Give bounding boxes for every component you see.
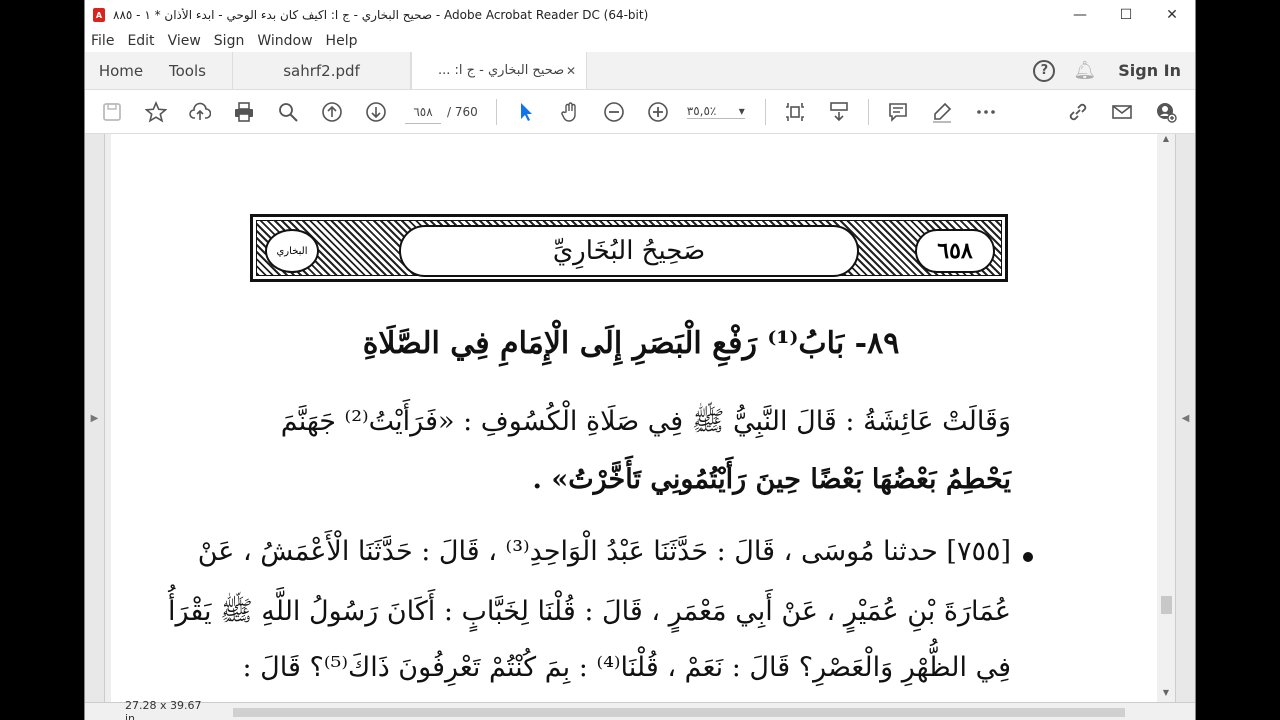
tab-home[interactable]: Home bbox=[85, 52, 157, 89]
left-panel-toggle[interactable]: ▶ bbox=[85, 134, 105, 702]
tab-document-bukhari[interactable]: صحيح البخاري - ج ا: ... ✕ bbox=[411, 52, 587, 89]
close-button[interactable]: ✕ bbox=[1149, 0, 1195, 30]
chevron-left-icon: ◀ bbox=[1181, 412, 1190, 424]
text-line: وَقَالَتْ عَائِشَةُ : قَالَ النَّبِيُّ ﷺ… bbox=[280, 406, 1011, 437]
text-line: يَحْطِمُ بَعْضُهَا بَعْضًا حِينَ رَأَيْت… bbox=[532, 464, 1011, 495]
upload-icon[interactable] bbox=[185, 97, 215, 127]
zoom-out-icon[interactable] bbox=[599, 97, 629, 127]
hand-icon[interactable] bbox=[555, 97, 585, 127]
zoom-search-icon[interactable] bbox=[273, 97, 303, 127]
tab-document-bukhari-label: صحيح البخاري - ج ا: ... bbox=[438, 63, 565, 78]
bookmark-star-icon[interactable] bbox=[141, 97, 171, 127]
notification-bell-icon[interactable]: 🔔︎ bbox=[1073, 60, 1096, 81]
menu-view[interactable]: View bbox=[168, 33, 201, 49]
page-up-icon[interactable] bbox=[317, 97, 347, 127]
page-total: / 760 bbox=[447, 104, 478, 119]
select-arrow-icon[interactable] bbox=[511, 97, 541, 127]
tab-tools[interactable]: Tools bbox=[157, 52, 233, 89]
scroll-mode-icon[interactable] bbox=[824, 97, 854, 127]
maximize-button[interactable]: ☐ bbox=[1103, 0, 1149, 30]
text-line: عُمَارَةَ بْنِ عُمَيْرٍ ، عَنْ أَبِي مَع… bbox=[167, 596, 1011, 627]
save-icon[interactable] bbox=[97, 97, 127, 127]
right-panel-toggle[interactable]: ◀ bbox=[1175, 134, 1195, 702]
toolbar-divider bbox=[495, 98, 497, 125]
chevron-down-icon: ▾ bbox=[738, 104, 745, 118]
scroll-thumb[interactable] bbox=[1161, 596, 1172, 614]
zoom-in-icon[interactable] bbox=[643, 97, 673, 127]
sign-in-button[interactable]: Sign In bbox=[1118, 61, 1181, 80]
comment-icon[interactable] bbox=[883, 97, 913, 127]
scroll-up-icon[interactable]: ▲ bbox=[1157, 134, 1175, 148]
page-number: ٦٥٨ bbox=[915, 229, 995, 273]
pdf-page: البخاري صَحِيحُ البُخَارِيِّ ٦٥٨ ٨٩- بَا… bbox=[111, 134, 1157, 702]
window-title: صحيح البخاري - ج ا: اكيف كان بدء الوحي -… bbox=[113, 8, 649, 22]
horizontal-scroll-thumb[interactable] bbox=[233, 707, 1125, 717]
menu-bar: File Edit View Sign Window Help bbox=[85, 30, 1195, 52]
menu-file[interactable]: File bbox=[91, 33, 114, 49]
document-area: ▶ البخاري صَحِيحُ البُخَارِيِّ ٦٥٨ ٨٩- ب… bbox=[85, 134, 1195, 720]
ornament-pattern: البخاري صَحِيحُ البُخَارِيِّ ٦٥٨ bbox=[256, 220, 1002, 277]
book-title: صَحِيحُ البُخَارِيِّ bbox=[399, 225, 859, 277]
add-user-icon[interactable] bbox=[1151, 97, 1181, 127]
print-icon[interactable] bbox=[229, 97, 259, 127]
menu-window[interactable]: Window bbox=[257, 33, 312, 49]
horizontal-scrollbar[interactable] bbox=[213, 704, 1155, 719]
scroll-down-icon[interactable]: ▼ bbox=[1157, 688, 1175, 702]
menu-edit[interactable]: Edit bbox=[127, 33, 154, 49]
vertical-scrollbar[interactable]: ▲ ▼ bbox=[1157, 134, 1175, 702]
bullet-icon bbox=[1023, 552, 1033, 562]
acrobat-window: A صحيح البخاري - ج ا: اكيف كان بدء الوحي… bbox=[84, 0, 1196, 720]
menu-help[interactable]: Help bbox=[326, 33, 358, 49]
toolbar-divider bbox=[764, 98, 766, 125]
toolbar-divider bbox=[867, 98, 869, 125]
acrobat-app-icon: A bbox=[93, 8, 105, 22]
zoom-value: ٣٥,٥٪ bbox=[686, 104, 717, 118]
zoom-select[interactable]: ٣٥,٥٪ ▾ bbox=[686, 104, 745, 119]
link-icon[interactable] bbox=[1063, 97, 1093, 127]
tab-close-icon[interactable]: ✕ bbox=[566, 64, 576, 78]
status-bar: 27.28 x 39.67 in bbox=[85, 698, 1195, 720]
toolbar: ٦٥٨ / 760 ٣٥,٥٪ ▾ bbox=[85, 90, 1195, 134]
text-line: فِي الظُّهْرِ وَالْعَصْرِ؟ قَالَ : نَعَم… bbox=[242, 652, 1012, 683]
fit-page-icon[interactable] bbox=[780, 97, 810, 127]
email-icon[interactable] bbox=[1107, 97, 1137, 127]
minimize-button[interactable]: — bbox=[1057, 0, 1103, 30]
highlight-pen-icon[interactable] bbox=[927, 97, 957, 127]
chevron-right-icon: ▶ bbox=[90, 412, 99, 424]
tab-bar: Home Tools sahrf2.pdf صحيح البخاري - ج ا… bbox=[85, 52, 1195, 90]
menu-sign[interactable]: Sign bbox=[214, 33, 245, 49]
title-bar: A صحيح البخاري - ج ا: اكيف كان بدء الوحي… bbox=[85, 0, 1195, 30]
seal-emblem: البخاري bbox=[265, 229, 319, 273]
page-dimensions: 27.28 x 39.67 in bbox=[125, 698, 202, 720]
chapter-heading: ٨٩- بَابُ⁽¹⁾ رَفْعِ الْبَصَرِ إِلَى الْإ… bbox=[362, 326, 900, 361]
help-icon[interactable]: ? bbox=[1033, 59, 1056, 82]
page-number-input[interactable]: ٦٥٨ bbox=[405, 100, 441, 124]
page-down-icon[interactable] bbox=[361, 97, 391, 127]
text-line: [٧٥٥] حدثنا مُوسَى ، قَالَ : حَدَّثَنَا … bbox=[197, 536, 1011, 567]
more-icon[interactable] bbox=[971, 97, 1001, 127]
tab-document-sahrf2[interactable]: sahrf2.pdf bbox=[233, 52, 411, 89]
page-header-ornament: البخاري صَحِيحُ البُخَارِيِّ ٦٥٨ bbox=[250, 214, 1008, 282]
